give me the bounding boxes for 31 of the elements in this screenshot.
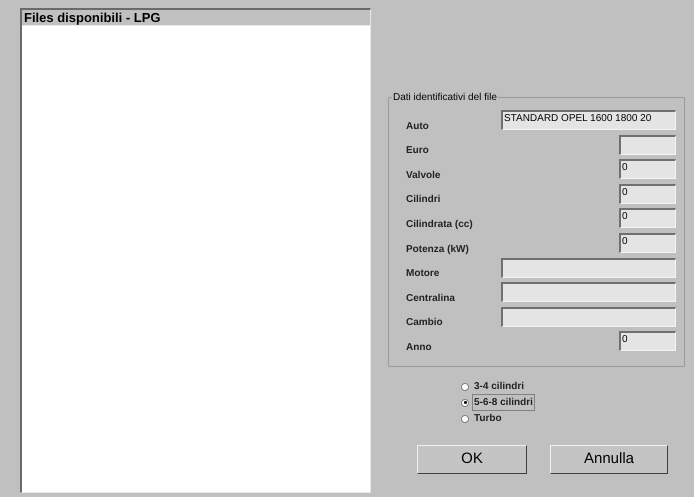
input-field[interactable]: 0 (619, 184, 676, 204)
radio-button[interactable] (461, 382, 469, 391)
input-field[interactable]: 0 (619, 159, 676, 180)
input-field[interactable] (501, 282, 676, 302)
input-field[interactable] (501, 258, 676, 278)
radio-button[interactable] (461, 414, 469, 423)
ok-button[interactable]: OK (417, 444, 527, 474)
radio-label[interactable]: 5-6-8 cilindri (472, 394, 535, 412)
list-header: Files disponibili - LPG (22, 10, 370, 26)
input-field[interactable]: 0 (619, 331, 676, 352)
field-label: Potenza (kW) (406, 242, 469, 257)
radio-button[interactable] (461, 398, 469, 407)
field-label: Anno (406, 340, 432, 355)
group-title: Dati identificativi del file (392, 91, 498, 105)
field-label: Auto (406, 120, 429, 134)
field-label: Euro (406, 144, 429, 158)
field-label: Centralina (406, 292, 455, 306)
input-field[interactable] (501, 306, 676, 327)
input-field[interactable]: 0 (619, 208, 676, 228)
input-field[interactable]: 0 (619, 232, 676, 253)
cancel-button[interactable]: Annulla (550, 444, 668, 474)
field-label: Cilindri (406, 193, 440, 208)
radio-label[interactable]: Turbo (472, 410, 504, 428)
field-label: Valvole (406, 168, 440, 183)
file-list[interactable]: Files disponibili - LPG (20, 8, 371, 493)
field-label: Motore (406, 267, 440, 282)
field-label: Cambio (406, 316, 443, 330)
input-field[interactable]: STANDARD OPEL 1600 1800 20 (501, 110, 676, 130)
input-field[interactable] (619, 134, 676, 155)
field-label: Cilindrata (cc) (406, 218, 473, 232)
radio-label[interactable]: 3-4 cilindri (472, 378, 526, 396)
